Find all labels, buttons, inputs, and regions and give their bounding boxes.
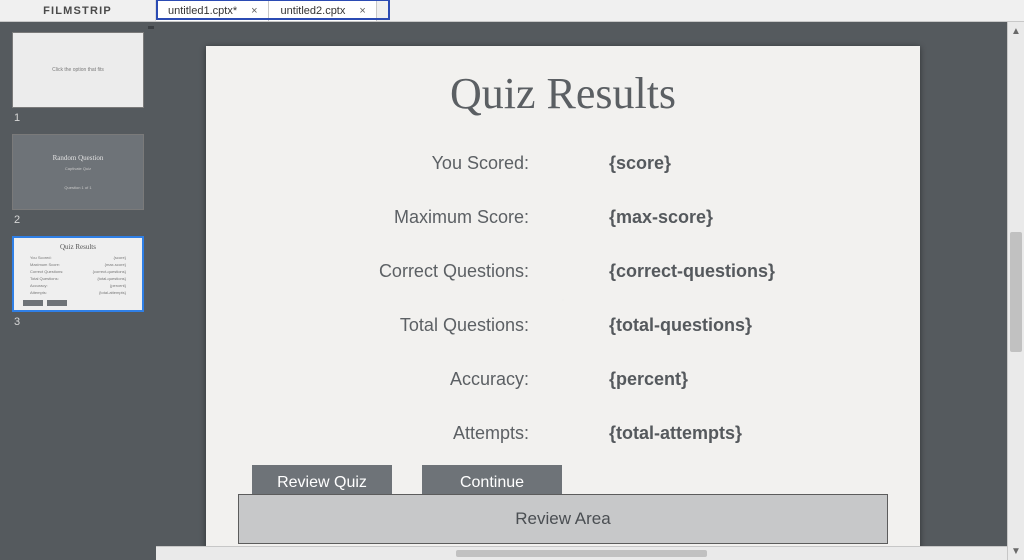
document-tab-2[interactable]: untitled2.cptx × [269,0,377,21]
result-row-total-questions[interactable]: Total Questions: {total-questions} [206,303,920,347]
result-row-correct[interactable]: Correct Questions: {correct-questions} [206,249,920,293]
result-label: Maximum Score: [206,207,539,228]
result-value: {total-attempts} [609,423,742,444]
slide-number-1: 1 [14,112,156,124]
result-value: {score} [609,153,671,174]
vertical-scrollbar[interactable]: ▲ ▼ [1007,22,1024,560]
vertical-scrollbar-track[interactable] [1008,40,1024,542]
quiz-results-slide[interactable]: Quiz Results You Scored: {score} Maximum… [206,46,920,554]
result-row-accuracy[interactable]: Accuracy: {percent} [206,357,920,401]
filmstrip-panel-title: FILMSTRIP [0,0,156,21]
horizontal-scrollbar-thumb[interactable] [456,550,707,557]
thumb2-sub: Captivate Quiz [65,166,91,171]
slide-thumbnail-1[interactable]: Click the option that fits [12,32,144,108]
result-label: You Scored: [206,153,539,174]
result-row-max-score[interactable]: Maximum Score: {max-score} [206,195,920,239]
filmstrip-panel: Click the option that fits 1 Random Ques… [0,22,156,560]
result-row-attempts[interactable]: Attempts: {total-attempts} [206,411,920,455]
slide-thumbnail-2[interactable]: Random Question Captivate Quiz Question … [12,134,144,210]
review-area[interactable]: Review Area [238,494,888,544]
result-label: Correct Questions: [206,261,539,282]
slide-title[interactable]: Quiz Results [206,46,920,119]
result-row-score[interactable]: You Scored: {score} [206,141,920,185]
results-table: You Scored: {score} Maximum Score: {max-… [206,141,920,455]
close-icon[interactable]: × [251,5,257,17]
result-value: {percent} [609,369,688,390]
result-value: {correct-questions} [609,261,775,282]
slide-thumbnail-3[interactable]: Quiz Results You Scored:{score} Maximum … [12,236,144,312]
close-icon[interactable]: × [359,5,365,17]
slide-number-3: 3 [14,316,156,328]
scroll-up-icon[interactable]: ▲ [1008,22,1024,40]
document-tab-2-label: untitled2.cptx [281,5,346,17]
document-tab-1-label: untitled1.cptx* [168,5,237,17]
top-bar: FILMSTRIP untitled1.cptx* × untitled2.cp… [0,0,1024,22]
thumb2-title: Random Question [53,154,104,162]
thumb2-foot: Question 1 of 1 [64,185,91,190]
document-tab-1[interactable]: untitled1.cptx* × [156,0,269,21]
result-label: Accuracy: [206,369,539,390]
vertical-scrollbar-thumb[interactable] [1010,232,1022,352]
document-tabs: untitled1.cptx* × untitled2.cptx × [156,0,377,21]
thumb3-title: Quiz Results [20,243,136,251]
scroll-down-icon[interactable]: ▼ [1008,542,1024,560]
slide-number-2: 2 [14,214,156,226]
result-label: Total Questions: [206,315,539,336]
result-value: {max-score} [609,207,713,228]
result-value: {total-questions} [609,315,752,336]
result-label: Attempts: [206,423,539,444]
horizontal-scrollbar[interactable] [156,546,1007,560]
stage: Quiz Results You Scored: {score} Maximum… [156,22,1024,560]
